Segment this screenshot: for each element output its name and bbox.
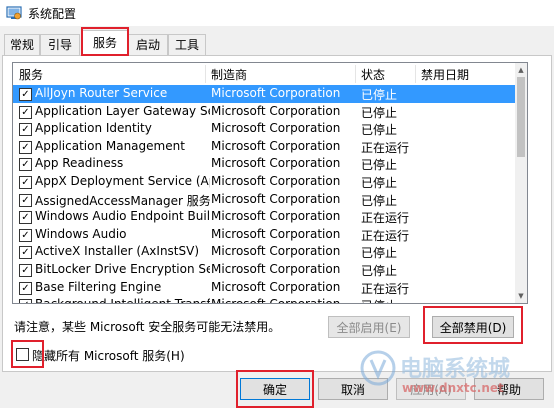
vertical-scrollbar[interactable]: ▲ ▼ (515, 63, 527, 303)
column-header-maker[interactable]: 制造商 (211, 66, 247, 83)
service-status: 正在运行 (361, 211, 410, 226)
hide-ms-services-checkbox[interactable] (16, 348, 29, 361)
table-row[interactable]: ✓AppX Deployment Service (AppX...Microso… (13, 173, 515, 191)
service-maker: Microsoft Corporation (211, 86, 341, 100)
security-note: 请注意，某些 Microsoft 安全服务可能无法禁用。 (14, 320, 281, 334)
tab-strip: 常规 引导 服务 启动 工具 (0, 30, 554, 56)
ok-button[interactable]: 确定 (240, 378, 310, 400)
tab-boot[interactable]: 引导 (40, 34, 80, 55)
service-maker: Microsoft Corporation (211, 209, 341, 224)
service-name: AllJoyn Router Service (35, 86, 168, 100)
service-status: 已停止 (361, 246, 398, 261)
service-checkbox[interactable]: ✓ (19, 211, 32, 225)
service-status: 已停止 (361, 88, 398, 102)
service-status: 已停止 (361, 297, 421, 303)
apply-button[interactable]: 应用(A) (396, 378, 466, 400)
help-button[interactable]: 帮助 (474, 378, 544, 400)
hide-ms-services-label[interactable]: 隐藏所有 Microsoft 服务(H) (32, 347, 185, 364)
service-maker: Microsoft Corporation (211, 173, 341, 188)
list-header: 服务 制造商 状态 禁用日期 (13, 63, 515, 85)
cancel-button[interactable]: 取消 (318, 378, 388, 400)
service-status: 正在运行 (361, 140, 410, 155)
service-maker: Microsoft Corporation (211, 261, 341, 276)
list-rows: ✓ AllJoyn Router Service Microsoft Corpora… (13, 85, 515, 303)
table-row[interactable]: ✓ Base Filtering Engine Microsoft Corporat… (13, 279, 515, 297)
service-name: BitLocker Drive Encryption Service (35, 261, 210, 276)
tab-startup[interactable]: 启动 (128, 34, 168, 55)
table-row[interactable]: ✓ Application Identity Microsoft Corporati… (13, 120, 515, 138)
tab-services[interactable]: 服务 (82, 30, 128, 56)
services-list[interactable]: 服务 制造商 状态 禁用日期 ✓ AllJoyn Router Service Mi… (12, 62, 528, 304)
column-header-service[interactable]: 服务 (19, 66, 43, 83)
service-status: 已停止 (361, 105, 398, 120)
service-name: Background Intelligent Transfer ... (35, 297, 210, 303)
service-name: Application Layer Gateway Service (35, 103, 210, 118)
service-status: 正在运行 (361, 281, 410, 296)
table-row[interactable]: ✓Application Layer Gateway ServiceMicros… (13, 103, 515, 121)
table-row[interactable]: ✓Background Intelligent Transfer ...Micr… (13, 296, 515, 303)
service-name: Application Management (35, 138, 185, 153)
service-status: 已停止 (361, 175, 398, 190)
service-maker: Microsoft Corporation (211, 156, 341, 171)
service-name: Application Identity (35, 121, 152, 136)
service-maker: Microsoft Corporation (211, 297, 356, 303)
table-row[interactable]: ✓ App Readiness Microsoft Corporation 已停止 (13, 155, 515, 173)
service-checkbox[interactable]: ✓ (19, 105, 32, 119)
scroll-down-icon[interactable]: ▼ (516, 290, 526, 302)
tab-tools[interactable]: 工具 (168, 34, 206, 55)
scroll-up-icon[interactable]: ▲ (516, 64, 526, 76)
column-divider[interactable] (205, 65, 206, 83)
service-checkbox[interactable]: ✓ (19, 158, 32, 172)
column-divider[interactable] (355, 65, 356, 83)
service-checkbox[interactable]: ✓ (19, 193, 32, 207)
service-checkbox[interactable]: ✓ (19, 299, 32, 303)
table-row[interactable]: ✓ AssignedAccessManager 服务 Microsoft Corpo… (13, 191, 515, 209)
service-maker: Microsoft Corporation (211, 279, 341, 294)
service-name: AssignedAccessManager 服务 (35, 193, 210, 208)
service-checkbox[interactable]: ✓ (19, 175, 32, 189)
enable-all-button[interactable]: 全部启用(E) (328, 316, 410, 338)
service-status: 已停止 (361, 123, 398, 138)
service-name: App Readiness (35, 156, 124, 171)
disable-all-button[interactable]: 全部禁用(D) (432, 316, 514, 338)
service-status: 已停止 (361, 158, 398, 173)
title-bar: 系统配置 (0, 0, 554, 26)
column-divider[interactable] (415, 65, 416, 83)
service-checkbox[interactable]: ✓ (19, 281, 32, 295)
service-checkbox[interactable]: ✓ (19, 263, 32, 277)
service-status: 已停止 (361, 193, 398, 208)
service-status: 已停止 (361, 263, 398, 278)
table-row[interactable]: ✓ Windows Audio Microsoft Corporation 正在运行 (13, 226, 515, 244)
column-header-status[interactable]: 状态 (361, 66, 385, 83)
service-checkbox[interactable]: ✓ (19, 88, 32, 101)
service-checkbox[interactable]: ✓ (19, 246, 32, 260)
system-config-icon (6, 6, 22, 20)
service-maker: Microsoft Corporation (211, 138, 341, 153)
service-name: ActiveX Installer (AxInstSV) (35, 244, 200, 259)
table-row[interactable]: ✓BitLocker Drive Encryption ServiceMicro… (13, 261, 515, 279)
column-header-disabled-date[interactable]: 禁用日期 (421, 66, 469, 83)
table-row[interactable]: ✓ ActiveX Installer (AxInstSV) Microsoft C… (13, 243, 515, 261)
service-checkbox[interactable]: ✓ (19, 228, 32, 242)
service-maker: Microsoft Corporation (211, 103, 341, 118)
service-checkbox[interactable]: ✓ (19, 123, 32, 137)
window-title: 系统配置 (28, 7, 77, 21)
service-name: Base Filtering Engine (35, 279, 162, 294)
service-maker: Microsoft Corporation (211, 191, 341, 206)
scroll-thumb[interactable] (517, 77, 525, 157)
service-name: Windows Audio Endpoint Builder (35, 209, 210, 224)
service-checkbox[interactable]: ✓ (19, 140, 32, 154)
service-name: Windows Audio (35, 226, 127, 241)
table-row[interactable]: ✓ AllJoyn Router Service Microsoft Corpora… (13, 85, 515, 103)
table-row[interactable]: ✓ Application Management Microsoft Corpora… (13, 138, 515, 156)
service-name: AppX Deployment Service (AppX... (35, 173, 210, 188)
service-maker: Microsoft Corporation (211, 226, 341, 241)
table-row[interactable]: ✓Windows Audio Endpoint BuilderMicrosoft… (13, 208, 515, 226)
service-maker: Microsoft Corporation (211, 121, 341, 136)
service-maker: Microsoft Corporation (211, 244, 341, 259)
service-status: 正在运行 (361, 228, 410, 243)
tab-general[interactable]: 常规 (4, 34, 40, 55)
